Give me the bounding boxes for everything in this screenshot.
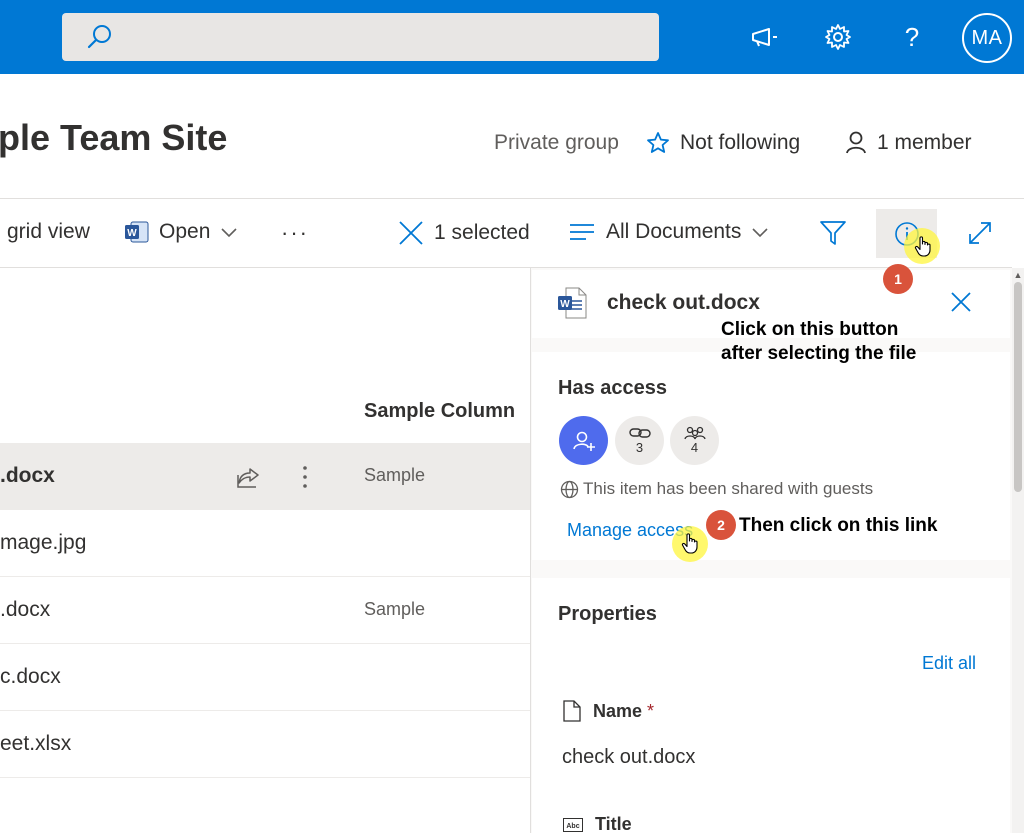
properties-title: Properties: [558, 603, 657, 625]
members-label: 1 member: [877, 131, 972, 154]
name-label: Name: [593, 700, 643, 721]
star-icon: [647, 132, 669, 153]
search-input[interactable]: [62, 13, 659, 61]
megaphone-icon[interactable]: [745, 18, 783, 56]
expand-button[interactable]: [967, 220, 993, 246]
view-label: All Documents: [606, 220, 742, 243]
sample-cell: Sample: [364, 465, 426, 485]
filter-button[interactable]: [819, 220, 847, 246]
scroll-up-icon[interactable]: ▲: [1013, 270, 1023, 280]
page-title: ple Team Site: [0, 117, 228, 158]
hand-cursor-icon: [914, 236, 931, 257]
table-row[interactable]: mage.jpg: [0, 510, 530, 577]
table-row[interactable]: .docx Sample: [0, 577, 530, 644]
file-name[interactable]: .docx: [0, 464, 55, 488]
table-row[interactable]: c.docx: [0, 644, 530, 711]
svg-text:W: W: [560, 299, 570, 310]
table-row[interactable]: .docx Sample: [0, 443, 530, 510]
step-badge-2: 2: [706, 510, 736, 540]
links-count: 3: [635, 440, 644, 455]
shared-with-guests-note: This item has been shared with guests: [560, 479, 873, 499]
text-field-icon: Abc: [563, 817, 583, 832]
follow-button[interactable]: Not following: [646, 131, 800, 155]
word-icon: W: [125, 221, 149, 243]
list-view-icon: [570, 224, 594, 240]
people-access-button[interactable]: 4: [670, 416, 719, 465]
gear-icon[interactable]: [819, 18, 857, 56]
shared-note-text: This item has been shared with guests: [583, 479, 874, 498]
group-type-text: Private group: [494, 131, 619, 154]
search-icon: [87, 25, 111, 49]
grid-view-label: grid view: [7, 220, 90, 243]
chevron-down-icon: [752, 228, 768, 238]
step1-instruction: Click on this button after selecting the…: [721, 318, 916, 366]
close-icon: [399, 221, 423, 245]
suite-bar: ? MA: [0, 0, 1024, 74]
column-header-sample[interactable]: Sample Column: [364, 400, 515, 423]
required-mark: *: [647, 700, 655, 721]
view-switcher[interactable]: All Documents: [568, 220, 769, 244]
clear-selection-button[interactable]: 1 selected: [398, 220, 530, 246]
hand-cursor-icon: [681, 533, 698, 554]
person-icon: [846, 131, 866, 154]
share-icon[interactable]: [236, 465, 262, 489]
expand-icon: [969, 222, 991, 244]
sample-cell: Sample: [364, 599, 426, 619]
svg-text:Abc: Abc: [566, 823, 579, 830]
share-with-people-button[interactable]: [559, 416, 608, 465]
more-glyph: ···: [281, 220, 309, 245]
step2-instruction: Then click on this link: [739, 515, 938, 536]
links-access-button[interactable]: 3: [615, 416, 664, 465]
avatar[interactable]: MA: [962, 13, 1012, 63]
members-button[interactable]: 1 member: [845, 131, 972, 155]
help-glyph: ?: [904, 21, 920, 52]
word-file-icon: W: [558, 287, 587, 319]
group-type-label: Private group: [494, 131, 619, 155]
details-file-name: check out.docx: [607, 291, 760, 314]
name-field-value[interactable]: check out.docx: [562, 746, 695, 769]
close-icon[interactable]: [950, 291, 972, 313]
step-badge-1: 1: [883, 264, 913, 294]
add-person-icon: [572, 431, 595, 451]
selected-count: 1 selected: [434, 221, 530, 244]
more-vertical-icon[interactable]: [300, 464, 310, 490]
people-count: 4: [690, 440, 699, 455]
help-icon[interactable]: ?: [893, 18, 931, 56]
scrollbar-thumb[interactable]: [1014, 282, 1022, 492]
edit-all-link[interactable]: Edit all: [922, 653, 976, 674]
step1-line2: after selecting the file: [721, 343, 917, 364]
file-name[interactable]: mage.jpg: [0, 531, 86, 555]
title-field-label: Abc Title: [563, 814, 632, 833]
filter-icon: [820, 221, 846, 245]
document-icon: [563, 700, 581, 722]
open-label: Open: [159, 220, 211, 243]
chevron-down-icon: [221, 228, 237, 238]
file-name[interactable]: c.docx: [0, 665, 61, 689]
title-label: Title: [595, 814, 632, 833]
link-icon: [628, 428, 651, 438]
table-row[interactable]: eet.xlsx: [0, 711, 530, 778]
follow-label: Not following: [680, 131, 801, 154]
group-icon: [683, 426, 706, 440]
step1-line1: Click on this button: [721, 319, 899, 340]
globe-icon: [560, 480, 579, 498]
more-options-button[interactable]: ···: [281, 220, 309, 246]
header-divider: [0, 198, 1024, 199]
open-button[interactable]: W Open: [125, 220, 238, 244]
svg-text:W: W: [127, 228, 137, 239]
name-field-label: Name *: [563, 700, 654, 722]
file-name[interactable]: eet.xlsx: [0, 732, 71, 756]
grid-view-button[interactable]: grid view: [7, 220, 90, 244]
has-access-title: Has access: [558, 377, 667, 399]
file-name[interactable]: .docx: [0, 598, 50, 622]
